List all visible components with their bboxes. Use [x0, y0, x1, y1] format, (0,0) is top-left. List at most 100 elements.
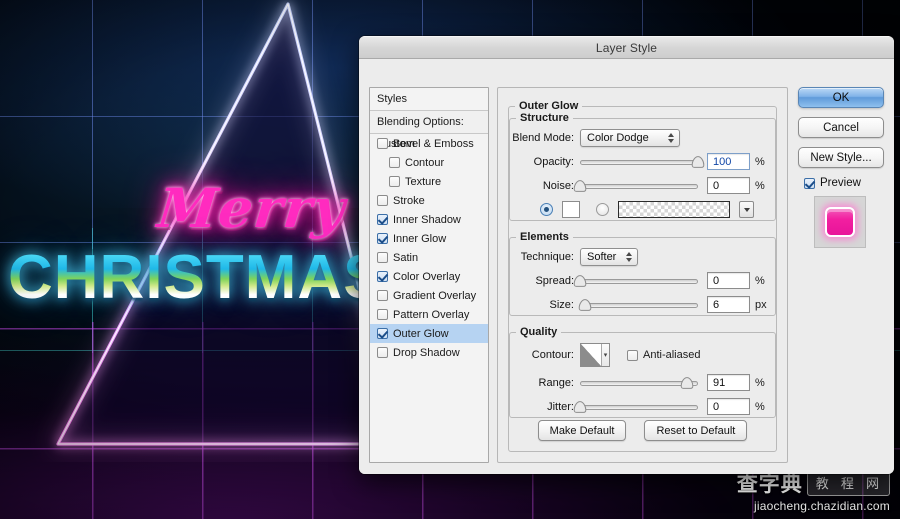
style-item-outer-glow[interactable]: Outer Glow — [370, 324, 488, 343]
spread-slider[interactable] — [573, 274, 698, 288]
style-item-checkbox[interactable] — [377, 233, 388, 244]
blend-mode-row: Blend Mode: Color Dodge — [510, 127, 775, 148]
settings-pane: Outer Glow Structure Blend Mode: Color D… — [497, 87, 788, 463]
outer-glow-group: Outer Glow Structure Blend Mode: Color D… — [508, 100, 777, 452]
style-item-satin[interactable]: Satin — [370, 248, 488, 267]
layer-style-dialog: Layer Style Styles Blending Options: Cus… — [359, 36, 894, 474]
gradient-radio[interactable] — [596, 203, 609, 216]
slider-track — [580, 183, 698, 189]
style-item-label: Pattern Overlay — [393, 308, 470, 321]
preview-checkbox[interactable] — [804, 177, 815, 189]
slider-track — [580, 159, 698, 165]
opacity-input[interactable]: 100 — [707, 153, 750, 170]
preview-control[interactable]: Preview — [804, 177, 884, 189]
style-item-label: Satin — [393, 251, 419, 264]
range-input[interactable]: 91 — [707, 374, 750, 391]
slider-track — [580, 278, 698, 284]
style-item-checkbox[interactable] — [377, 309, 388, 320]
style-item-gradient-overlay[interactable]: Gradient Overlay — [370, 286, 488, 305]
solid-color-radio[interactable] — [540, 203, 553, 216]
christmas-text: CHRISTMAS — [8, 243, 386, 312]
spread-unit: % — [755, 274, 765, 287]
contour-preview[interactable]: ▾ — [580, 343, 610, 367]
outer-glow-legend: Outer Glow — [519, 100, 579, 112]
style-item-label: Drop Shadow — [393, 346, 460, 359]
glow-fill-row — [510, 199, 775, 220]
style-item-texture[interactable]: Texture — [370, 172, 488, 191]
cancel-button[interactable]: Cancel — [798, 117, 884, 138]
slider-track — [580, 302, 698, 308]
dialog-title: Layer Style — [595, 40, 658, 55]
jitter-slider[interactable] — [573, 400, 698, 414]
anti-aliased-checkbox[interactable] — [627, 349, 638, 361]
style-item-label: Outer Glow — [393, 327, 449, 340]
noise-input[interactable]: 0 — [707, 177, 750, 194]
style-item-checkbox[interactable] — [377, 138, 388, 149]
slider-knob[interactable] — [573, 400, 587, 413]
elements-legend: Elements — [520, 231, 569, 243]
gradient-preview[interactable] — [618, 201, 730, 218]
glow-color-swatch[interactable] — [562, 201, 580, 218]
quality-group: Quality Contour: ▾ Anti-aliased Range: 9… — [509, 326, 776, 418]
make-default-button[interactable]: Make Default — [537, 420, 627, 441]
range-slider[interactable] — [580, 376, 698, 390]
style-item-checkbox[interactable] — [377, 328, 388, 339]
style-item-checkbox[interactable] — [389, 157, 400, 168]
style-item-drop-shadow[interactable]: Drop Shadow — [370, 343, 488, 362]
anti-aliased-control[interactable]: Anti-aliased — [627, 349, 700, 361]
spread-row: Spread: 0 % — [510, 270, 775, 291]
style-item-inner-glow[interactable]: Inner Glow — [370, 229, 488, 248]
size-slider[interactable] — [578, 298, 698, 312]
jitter-row: Jitter: 0 % — [510, 396, 775, 417]
screen: Merry CHRISTMAS CHRISTMAS 查字典 教 程 网 jiao… — [0, 0, 900, 519]
spread-input[interactable]: 0 — [707, 272, 750, 289]
style-item-pattern-overlay[interactable]: Pattern Overlay — [370, 305, 488, 324]
blend-mode-select[interactable]: Color Dodge — [580, 128, 680, 147]
style-item-color-overlay[interactable]: Color Overlay — [370, 267, 488, 286]
slider-track — [580, 404, 698, 410]
contour-dropdown-icon[interactable]: ▾ — [601, 344, 609, 366]
technique-label: Technique: — [520, 250, 574, 263]
dialog-titlebar[interactable]: Layer Style — [359, 36, 894, 59]
new-style-button[interactable]: New Style... — [798, 147, 884, 168]
technique-select[interactable]: Softer — [580, 247, 638, 266]
style-item-checkbox[interactable] — [377, 214, 388, 225]
contour-label: Contour: — [531, 349, 574, 361]
slider-knob[interactable] — [691, 155, 705, 168]
jitter-input[interactable]: 0 — [707, 398, 750, 415]
noise-slider[interactable] — [573, 179, 698, 193]
blending-options-item[interactable]: Blending Options: Custom — [370, 111, 488, 150]
style-item-inner-shadow[interactable]: Inner Shadow — [370, 210, 488, 229]
style-item-checkbox[interactable] — [377, 252, 388, 263]
preview-label: Preview — [820, 177, 861, 189]
style-item-label: Gradient Overlay — [393, 289, 477, 302]
dialog-actions: OK Cancel New Style... Preview — [798, 87, 884, 248]
style-item-checkbox[interactable] — [377, 195, 388, 206]
style-item-checkbox[interactable] — [377, 290, 388, 301]
structure-group: Structure Blend Mode: Color Dodge Opacit… — [509, 112, 776, 221]
style-item-checkbox[interactable] — [377, 347, 388, 358]
style-item-label: Color Overlay — [393, 270, 461, 283]
style-item-checkbox[interactable] — [377, 271, 388, 282]
reset-to-default-button[interactable]: Reset to Default — [644, 420, 748, 441]
range-unit: % — [755, 376, 765, 389]
style-item-checkbox[interactable] — [389, 176, 400, 187]
slider-knob[interactable] — [578, 298, 592, 311]
slider-knob[interactable] — [573, 274, 587, 287]
size-input[interactable]: 6 — [707, 296, 750, 313]
gradient-picker-dropdown[interactable] — [739, 201, 754, 218]
opacity-label: Opacity: — [533, 155, 574, 168]
size-unit: px — [755, 298, 767, 311]
styles-list[interactable]: Styles Blending Options: Custom Bevel & … — [369, 87, 489, 463]
style-item-contour[interactable]: Contour — [370, 153, 488, 172]
opacity-slider[interactable] — [580, 155, 705, 169]
style-item-label: Inner Glow — [393, 232, 447, 245]
style-item-stroke[interactable]: Stroke — [370, 191, 488, 210]
ok-button[interactable]: OK — [798, 87, 884, 108]
size-label: Size: — [549, 298, 574, 311]
size-row: Size: 6 px — [510, 294, 775, 315]
opacity-unit: % — [755, 155, 765, 168]
slider-knob[interactable] — [573, 179, 587, 192]
slider-knob[interactable] — [681, 376, 694, 389]
defaults-row: Make Default Reset to Default — [509, 420, 776, 441]
